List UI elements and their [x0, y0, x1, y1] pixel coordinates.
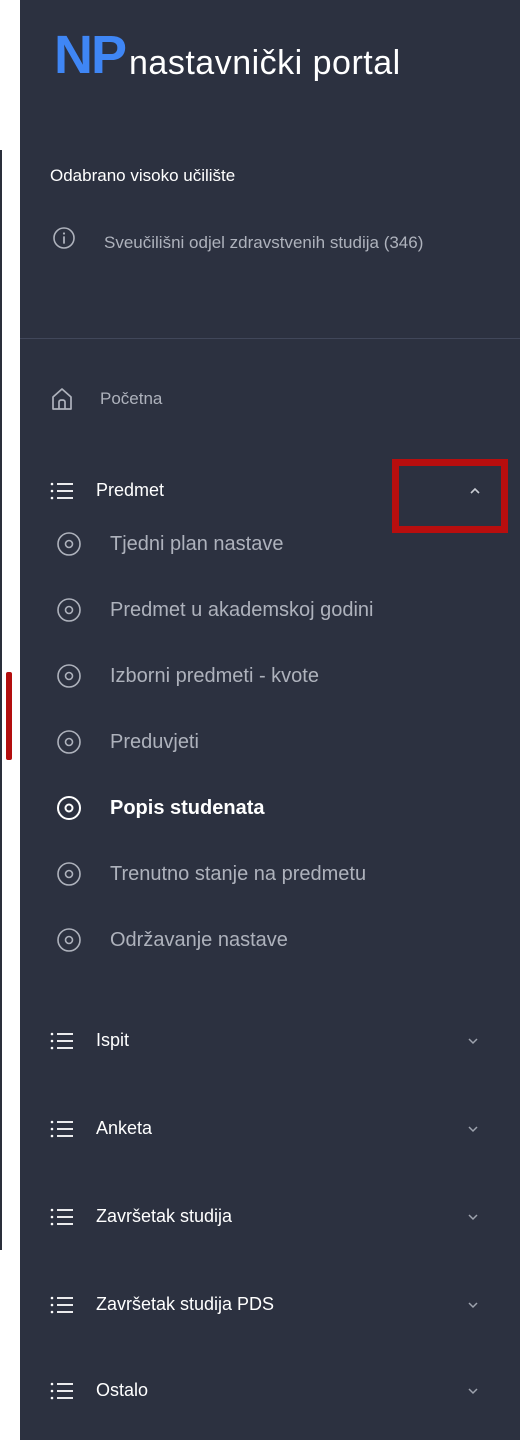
sub-item-label: Trenutno stanje na predmetu — [110, 862, 367, 885]
chevron-down-icon[interactable] — [466, 1210, 480, 1224]
logo-mark: NP — [54, 25, 127, 85]
list-icon — [50, 1382, 73, 1399]
home-icon — [52, 388, 72, 410]
nav-group-ostalo[interactable]: Ostalo — [50, 1380, 480, 1401]
content-border — [0, 150, 2, 1250]
left-content-edge — [0, 0, 20, 1440]
chevron-down-icon[interactable] — [466, 1384, 480, 1398]
institution-name: Sveučilišni odjel zdravstvenih studija (… — [104, 233, 424, 252]
nav-group-label: Završetak studija PDS — [96, 1294, 275, 1314]
sub-item-predmet-ak-godini[interactable]: Predmet u akademskoj godini — [56, 597, 373, 623]
info-circle-icon — [53, 227, 75, 249]
sub-item-label: Održavanje nastave — [110, 928, 288, 951]
target-circle-icon — [57, 664, 81, 688]
divider — [20, 338, 520, 339]
sub-item-odrzavanje-nastave[interactable]: Održavanje nastave — [56, 927, 288, 953]
sub-item-popis-studenata[interactable]: Popis studenata — [56, 795, 264, 821]
target-circle-icon — [57, 796, 81, 820]
sub-item-label: Popis studenata — [110, 796, 265, 819]
sub-item-izborni-kvote[interactable]: Izborni predmeti - kvote — [56, 663, 319, 689]
nav-group-label: Anketa — [96, 1118, 153, 1138]
institution-label: Odabrano visoko učilište — [50, 166, 236, 185]
target-circle-icon — [57, 862, 81, 886]
sub-item-label: Preduvjeti — [110, 730, 199, 753]
sub-item-trenutno-stanje[interactable]: Trenutno stanje na predmetu — [56, 861, 366, 887]
nav-group-ispit[interactable]: Ispit — [50, 1030, 480, 1051]
list-icon — [50, 482, 73, 499]
nav-group-anketa[interactable]: Anketa — [50, 1118, 480, 1139]
nav-group-zavrsetak-studija[interactable]: Završetak studija — [50, 1206, 480, 1227]
sub-item-tjedni-plan[interactable]: Tjedni plan nastave — [56, 531, 283, 557]
nav-item-label: Početna — [100, 389, 163, 408]
list-icon — [50, 1032, 73, 1049]
target-circle-icon — [57, 928, 81, 952]
sidebar: NP nastavnički portal Odabrano visoko uč… — [20, 0, 520, 1440]
chevron-down-icon[interactable] — [466, 1034, 480, 1048]
nav-group-label: Ispit — [96, 1030, 130, 1050]
sub-item-preduvjeti[interactable]: Preduvjeti — [56, 729, 199, 755]
logo-text: nastavnički portal — [129, 44, 401, 82]
nav-group-label: Ostalo — [96, 1380, 149, 1400]
chevron-down-icon[interactable] — [466, 1298, 480, 1312]
nav-item-home[interactable]: Početna — [50, 386, 162, 412]
list-icon — [50, 1296, 73, 1313]
list-icon — [50, 1208, 73, 1225]
red-marker — [6, 672, 12, 760]
target-circle-icon — [57, 532, 81, 556]
list-icon — [50, 1120, 73, 1137]
nav-group-zavrsetak-studija-pds[interactable]: Završetak studija PDS — [50, 1294, 480, 1315]
logo[interactable]: NP nastavnički portal — [54, 28, 401, 82]
highlight-box — [392, 459, 508, 533]
nav-group-label: Završetak studija — [96, 1206, 233, 1226]
sub-item-label: Izborni predmeti - kvote — [110, 664, 319, 687]
target-circle-icon — [57, 598, 81, 622]
target-circle-icon — [57, 730, 81, 754]
chevron-down-icon[interactable] — [466, 1122, 480, 1136]
sub-item-label: Predmet u akademskoj godini — [110, 598, 374, 621]
nav-group-label: Predmet — [96, 480, 165, 500]
sub-item-label: Tjedni plan nastave — [110, 532, 284, 555]
